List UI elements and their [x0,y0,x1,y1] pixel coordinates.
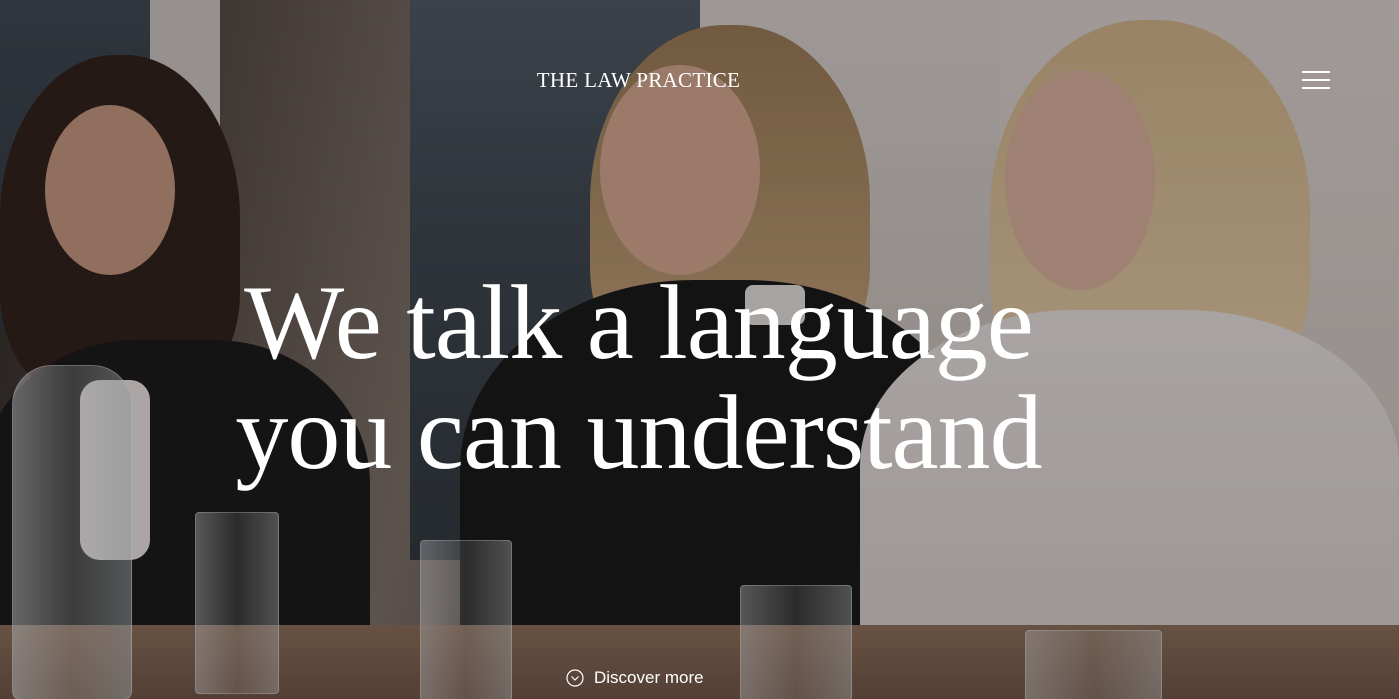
menu-bar-bottom [1302,87,1330,89]
site-logo[interactable]: THE LAW PRACTICE [0,68,1277,93]
hamburger-menu-icon[interactable] [1302,70,1332,92]
hero-section: THE LAW PRACTICE We talk a language you … [0,0,1399,699]
discover-more-label: Discover more [594,668,704,687]
hero-headline: We talk a language you can understand [0,268,1277,488]
headline-line-2: you can understand [235,374,1042,491]
menu-bar-middle [1302,79,1330,81]
chevron-down-circle-icon [566,669,584,687]
discover-more-link[interactable]: Discover more [566,666,704,690]
menu-bar-top [1302,71,1330,73]
headline-line-1: We talk a language [244,264,1034,381]
